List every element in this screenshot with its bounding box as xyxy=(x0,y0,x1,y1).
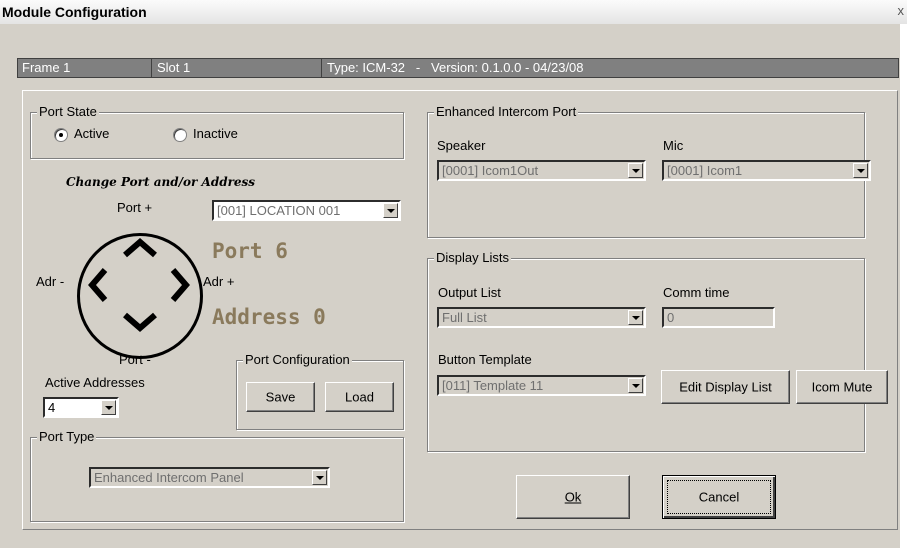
info-divider xyxy=(151,59,152,77)
active-addresses-select[interactable]: 4 xyxy=(43,397,119,418)
port-configuration-label: Port Configuration xyxy=(243,352,352,367)
active-radio-label[interactable]: Active xyxy=(74,126,109,141)
save-button[interactable]: Save xyxy=(246,382,315,412)
chevron-down-icon[interactable] xyxy=(383,203,398,218)
inactive-radio[interactable] xyxy=(173,128,187,142)
speaker-value: [0001] Icom1Out xyxy=(442,163,539,178)
mic-value: [0001] Icom1 xyxy=(667,163,743,178)
speaker-select[interactable]: [0001] Icom1Out xyxy=(437,160,646,181)
port-minus-label: Port - xyxy=(119,352,151,367)
active-addresses-value: 4 xyxy=(48,400,56,415)
info-divider xyxy=(321,59,322,77)
ok-button-label: Ok xyxy=(564,489,582,505)
cancel-button-label: Cancel xyxy=(698,489,740,505)
close-icon[interactable]: x xyxy=(898,3,905,18)
chevron-right-icon[interactable] xyxy=(170,268,190,302)
port-state-label: Port State xyxy=(37,104,99,119)
active-addresses-label: Active Addresses xyxy=(45,375,145,390)
comm-time-input[interactable]: 0 xyxy=(662,307,775,328)
edit-display-list-button[interactable]: Edit Display List xyxy=(661,370,790,404)
location-value: [001] LOCATION 001 xyxy=(217,203,341,218)
comm-time-value: 0 xyxy=(667,310,675,325)
port-type-label: Port Type xyxy=(37,429,97,444)
port-plus-label: Port + xyxy=(117,200,153,215)
chevron-up-icon[interactable] xyxy=(123,238,157,258)
output-list-select[interactable]: Full List xyxy=(437,307,646,328)
ok-button[interactable]: Ok xyxy=(516,475,630,519)
button-template-value: [011] Template 11 xyxy=(442,378,544,393)
output-list-label: Output List xyxy=(438,285,501,300)
load-button-label: Load xyxy=(345,389,374,405)
module-info-bar: Frame 1 Slot 1 Type: ICM-32 - Version: 0… xyxy=(17,58,899,78)
chevron-down-icon[interactable] xyxy=(101,400,116,415)
title-bar: Module Configuration x xyxy=(0,0,907,24)
chevron-down-icon[interactable] xyxy=(312,470,327,485)
chevron-left-icon[interactable] xyxy=(88,268,108,302)
chevron-down-icon[interactable] xyxy=(628,378,643,393)
cancel-button[interactable]: Cancel xyxy=(662,475,776,519)
speaker-label: Speaker xyxy=(437,138,486,153)
mic-label: Mic xyxy=(663,138,684,153)
save-button-label: Save xyxy=(265,389,296,405)
load-button[interactable]: Load xyxy=(325,382,394,412)
address-display: Address 0 xyxy=(212,305,326,329)
slot-label: Slot 1 xyxy=(157,60,191,75)
port-type-value: Enhanced Intercom Panel xyxy=(94,470,244,485)
dpad-arrows xyxy=(88,238,190,332)
icom-mute-button[interactable]: Icom Mute xyxy=(796,370,888,404)
type-version-label: Type: ICM-32 - Version: 0.1.0.0 - 04/23/… xyxy=(327,60,584,75)
location-select[interactable]: [001] LOCATION 001 xyxy=(212,200,401,221)
chevron-down-icon[interactable] xyxy=(628,310,643,325)
icom-mute-label: Icom Mute xyxy=(811,379,873,395)
adr-minus-label: Adr - xyxy=(36,274,65,289)
mic-select[interactable]: [0001] Icom1 xyxy=(662,160,871,181)
display-lists-label: Display Lists xyxy=(434,250,511,265)
button-template-label: Button Template xyxy=(438,352,532,367)
button-template-select[interactable]: [011] Template 11 xyxy=(437,375,646,396)
chevron-down-icon[interactable] xyxy=(628,163,643,178)
window-title: Module Configuration xyxy=(2,4,147,20)
port-display: Port 6 xyxy=(212,239,288,263)
chevron-down-icon[interactable] xyxy=(123,312,157,332)
port-type-select[interactable]: Enhanced Intercom Panel xyxy=(89,467,330,488)
output-list-value: Full List xyxy=(442,310,487,325)
active-radio[interactable] xyxy=(54,128,68,142)
frame-label: Frame 1 xyxy=(22,60,71,75)
adr-plus-label: Adr + xyxy=(203,274,235,289)
edit-display-list-label: Edit Display List xyxy=(679,379,772,395)
change-port-heading: Change Port and/or Address xyxy=(66,175,256,189)
inactive-radio-label[interactable]: Inactive xyxy=(193,126,238,141)
chevron-down-icon[interactable] xyxy=(853,163,868,178)
comm-time-label: Comm time xyxy=(663,285,730,300)
enhanced-intercom-label: Enhanced Intercom Port xyxy=(434,104,579,119)
